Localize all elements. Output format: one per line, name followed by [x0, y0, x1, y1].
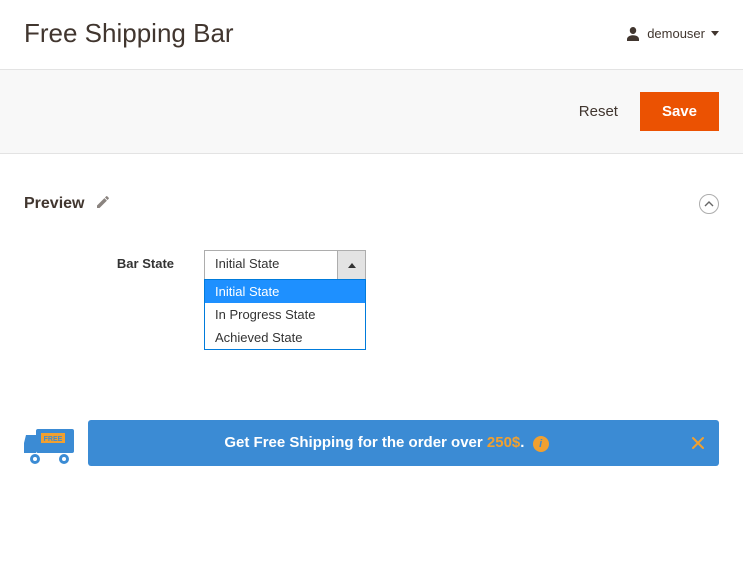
user-menu[interactable]: demouser — [625, 26, 719, 42]
dropdown-option[interactable]: Initial State — [205, 280, 365, 303]
page-title: Free Shipping Bar — [24, 18, 234, 49]
chevron-up-icon — [337, 251, 365, 279]
shipping-message: Get Free Shipping for the order over 250… — [104, 434, 669, 451]
pencil-icon[interactable] — [96, 195, 110, 214]
truck-icon: FREE — [24, 423, 80, 463]
bar-state-label: Bar State — [24, 250, 204, 271]
info-icon[interactable]: i — [533, 436, 549, 452]
user-icon — [625, 26, 641, 42]
action-bar: Reset Save — [0, 69, 743, 154]
dropdown-list: Initial State In Progress State Achieved… — [204, 279, 366, 350]
svg-text:FREE: FREE — [44, 436, 63, 443]
caret-down-icon — [711, 31, 719, 36]
section-title: Preview — [24, 195, 84, 213]
bar-state-dropdown[interactable]: Initial State — [204, 250, 366, 280]
dropdown-option[interactable]: Achieved State — [205, 326, 365, 349]
close-icon[interactable] — [691, 436, 705, 450]
username: demouser — [647, 26, 705, 41]
shipping-bar: Get Free Shipping for the order over 250… — [88, 420, 719, 466]
dropdown-option[interactable]: In Progress State — [205, 303, 365, 326]
reset-button[interactable]: Reset — [579, 103, 618, 120]
dropdown-selected-text: Initial State — [205, 251, 337, 279]
save-button[interactable]: Save — [640, 92, 719, 131]
collapse-toggle[interactable] — [699, 194, 719, 214]
